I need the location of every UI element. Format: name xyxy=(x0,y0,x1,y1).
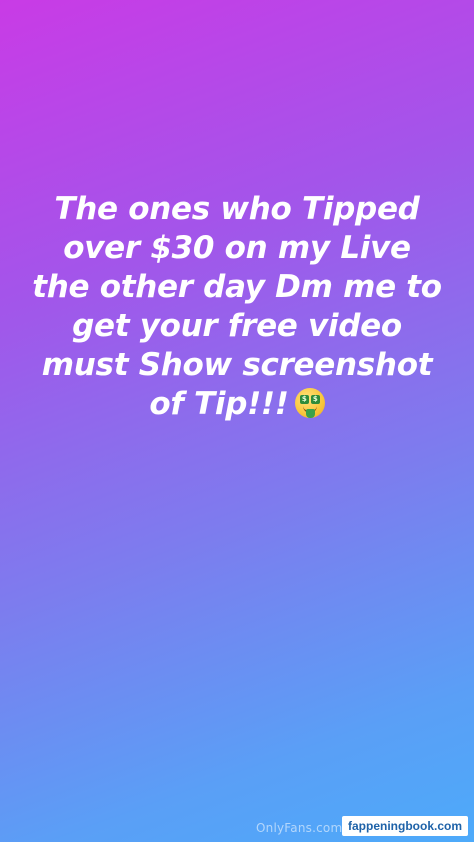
caption-line: must Show screenshot xyxy=(41,347,433,383)
site-watermark-badge: fappeningbook.com xyxy=(342,816,468,836)
caption-last-line: of Tip!!! $ $ xyxy=(18,385,456,424)
caption-line: over $30 on my Live xyxy=(63,230,411,266)
caption-line: get your free video xyxy=(72,308,402,344)
caption-line: The ones who Tipped xyxy=(54,191,420,227)
caption-line: of Tip!!! xyxy=(149,386,289,422)
story-caption: The ones who Tipped over $30 on my Live … xyxy=(18,190,456,424)
caption-line: the other day Dm me to xyxy=(32,269,442,305)
story-background: The ones who Tipped over $30 on my Live … xyxy=(0,0,474,842)
money-mouth-face-icon: $ $ xyxy=(294,388,325,418)
onlyfans-watermark: OnlyFans.com/ xyxy=(256,821,347,835)
